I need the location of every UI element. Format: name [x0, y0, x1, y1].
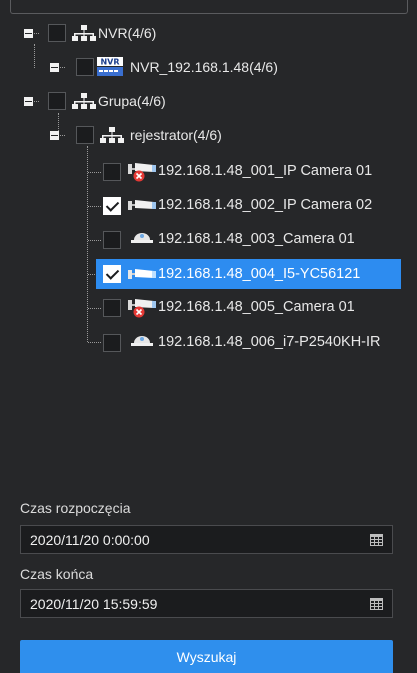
- start-time-input[interactable]: 2020/11/20 0:00:00: [20, 525, 393, 554]
- checkbox[interactable]: [103, 231, 121, 249]
- checkbox[interactable]: [76, 126, 94, 144]
- tree-node-label: 192.168.1.48_003_Camera 01: [158, 231, 355, 247]
- svg-text:NVR: NVR: [100, 58, 119, 67]
- collapse-icon[interactable]: [24, 97, 33, 106]
- tree-node-label: 192.168.1.48_005_Camera 01: [158, 299, 355, 315]
- tree-node-grupa[interactable]: Grupa(4/6): [24, 90, 404, 112]
- checkbox[interactable]: [76, 58, 94, 76]
- end-time-input[interactable]: 2020/11/20 15:59:59: [20, 589, 393, 618]
- tree-connector: [60, 67, 65, 69]
- checkbox[interactable]: [48, 92, 66, 110]
- checkbox-checked[interactable]: [103, 197, 121, 215]
- end-time-value: 2020/11/20 15:59:59: [30, 595, 158, 612]
- network-group-icon: [100, 127, 124, 143]
- tree-node-nvr-device[interactable]: NVR NVR_192.168.1.48(4/6): [50, 56, 404, 78]
- search-button[interactable]: Wyszukaj: [20, 640, 393, 673]
- tree-connector: [34, 44, 36, 68]
- checkbox[interactable]: [103, 163, 121, 181]
- bullet-camera-offline-icon: [128, 299, 156, 318]
- tree-node-label: NVR(4/6): [98, 25, 157, 41]
- network-group-icon: [72, 93, 96, 109]
- tree-node-label: Grupa(4/6): [98, 93, 166, 109]
- bullet-camera-icon: [128, 269, 156, 279]
- tree-node-label: rejestrator(4/6): [130, 127, 222, 143]
- end-time-label: Czas końca: [20, 566, 94, 582]
- tree-connector: [34, 33, 39, 35]
- tree-node-rejestrator[interactable]: rejestrator(4/6): [50, 124, 404, 146]
- collapse-icon[interactable]: [50, 131, 59, 140]
- tree-connector: [34, 101, 39, 103]
- tree-node-label: 192.168.1.48_006_i7-P2540KH-IR: [158, 334, 381, 350]
- start-time-value: 2020/11/20 0:00:00: [30, 531, 150, 548]
- collapse-icon[interactable]: [50, 63, 59, 72]
- device-search-panel: NVR(4/6) NVR NVR_192.168.1.48(4/6) Grupa…: [0, 0, 417, 673]
- tree-node-camera[interactable]: 192.168.1.48_003_Camera 01: [100, 228, 404, 250]
- bullet-camera-offline-icon: [128, 163, 156, 182]
- tree-node-nvr-group[interactable]: NVR(4/6): [24, 22, 404, 44]
- tree-node-label: 192.168.1.48_002_IP Camera 02: [158, 197, 373, 213]
- collapse-icon[interactable]: [24, 29, 33, 38]
- network-group-icon: [72, 25, 96, 41]
- nvr-recorder-icon: NVR: [97, 57, 123, 76]
- dome-camera-icon: [131, 233, 153, 243]
- tree-connector: [87, 146, 89, 342]
- tree-node-camera[interactable]: 192.168.1.48_005_Camera 01: [100, 296, 404, 318]
- tree-node-camera[interactable]: 192.168.1.48_002_IP Camera 02: [100, 194, 404, 216]
- tree-node-camera-selected[interactable]: 192.168.1.48_004_I5-YC56121: [96, 259, 401, 289]
- tree-node-label: 192.168.1.48_004_I5-YC56121: [158, 266, 361, 282]
- dome-camera-icon: [131, 336, 153, 346]
- start-time-label: Czas rozpoczęcia: [20, 500, 131, 516]
- bullet-camera-icon: [128, 200, 156, 210]
- tree-node-camera[interactable]: 192.168.1.48_001_IP Camera 01: [100, 160, 404, 182]
- tree-node-camera[interactable]: 192.168.1.48_006_i7-P2540KH-IR: [100, 331, 404, 353]
- checkbox-checked[interactable]: [103, 265, 121, 283]
- tree-connector: [60, 135, 65, 137]
- calendar-icon[interactable]: [370, 597, 383, 610]
- tree-node-label: NVR_192.168.1.48(4/6): [130, 59, 278, 75]
- tree-node-label: 192.168.1.48_001_IP Camera 01: [158, 163, 373, 179]
- checkbox[interactable]: [103, 299, 121, 317]
- device-tree: NVR(4/6) NVR NVR_192.168.1.48(4/6) Grupa…: [0, 0, 417, 380]
- checkbox[interactable]: [103, 334, 121, 352]
- calendar-icon[interactable]: [370, 533, 383, 546]
- checkbox[interactable]: [48, 24, 66, 42]
